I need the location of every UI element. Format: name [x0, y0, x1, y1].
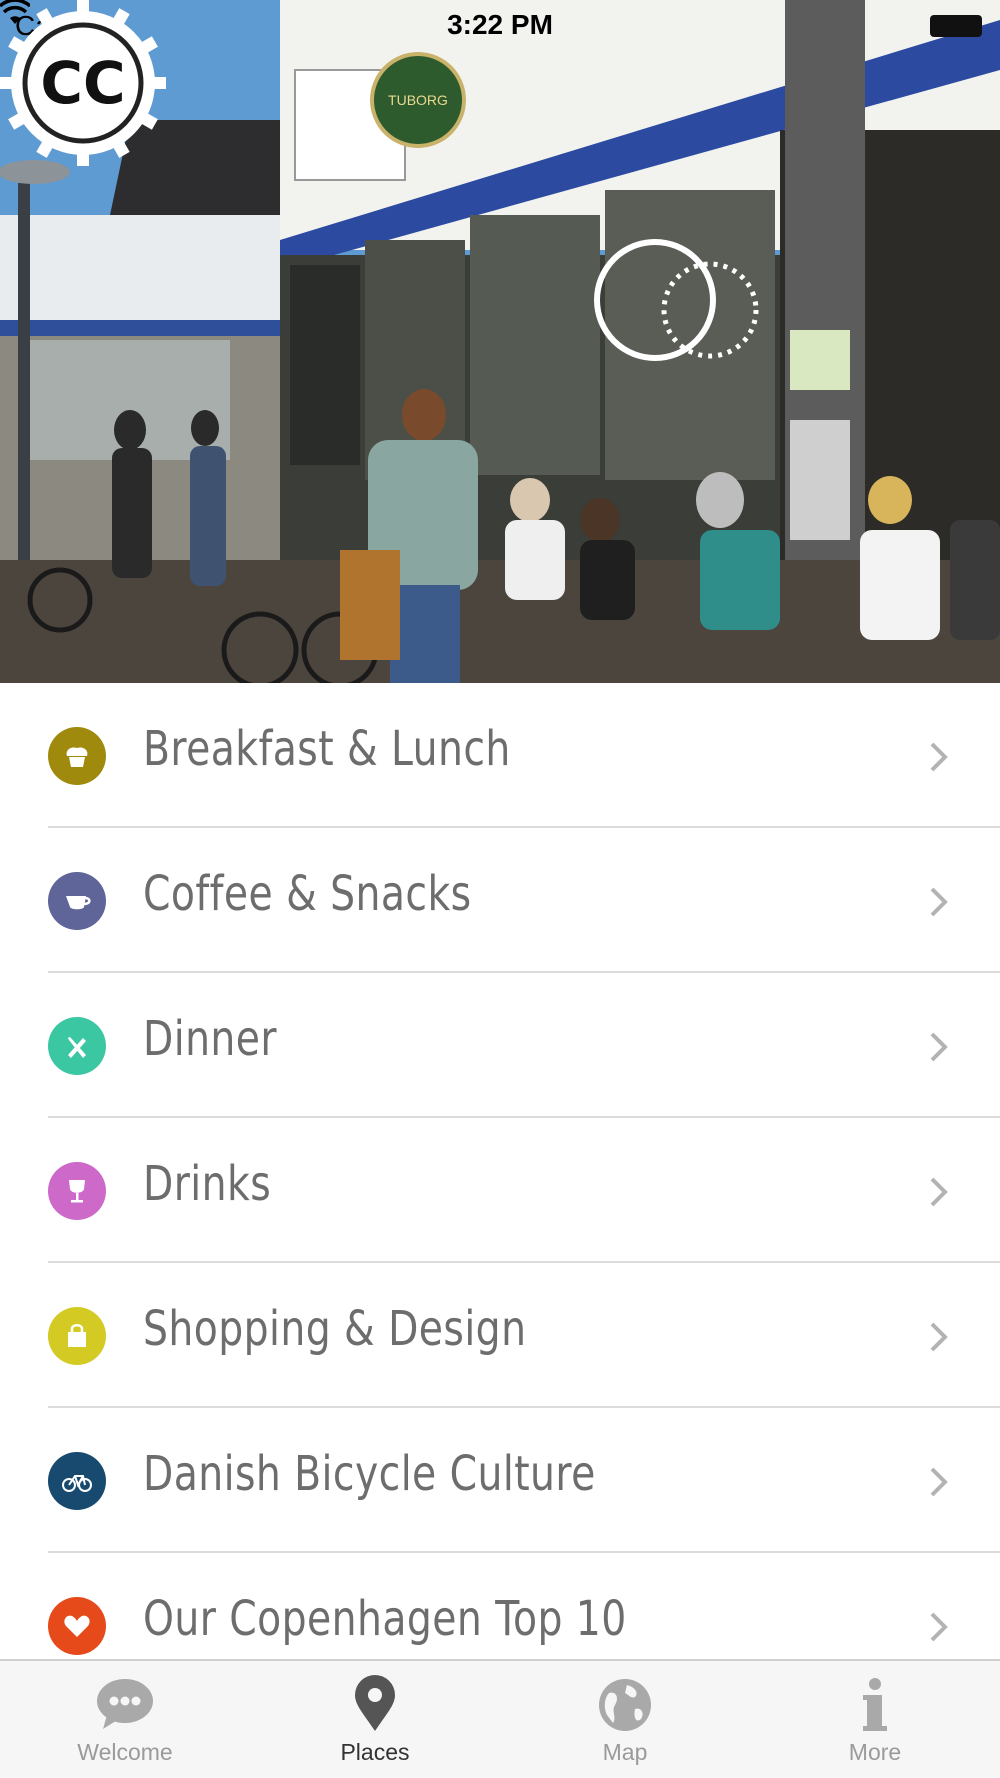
- hero-photo: TUBORG 3:22 PM CC: [0, 0, 1000, 683]
- category-label: Shopping & Design: [143, 1301, 527, 1357]
- category-row-coffee-snacks[interactable]: Coffee & Snacks: [0, 828, 1000, 973]
- category-row-danish-bicycle-culture[interactable]: Danish Bicycle Culture: [0, 1408, 1000, 1553]
- category-label: Danish Bicycle Culture: [143, 1446, 596, 1502]
- category-row-drinks[interactable]: Drinks: [0, 1118, 1000, 1263]
- tab-places[interactable]: Places: [250, 1661, 500, 1778]
- map-pin-icon: [355, 1675, 395, 1731]
- heart-icon: [48, 1597, 106, 1655]
- tab-more[interactable]: More: [750, 1661, 1000, 1778]
- tab-welcome[interactable]: Welcome: [0, 1661, 250, 1778]
- category-row-shopping-design[interactable]: Shopping & Design: [0, 1263, 1000, 1408]
- tab-label: More: [848, 1739, 902, 1765]
- category-row-dinner[interactable]: Dinner: [0, 973, 1000, 1118]
- category-label: Our Copenhagen Top 10: [143, 1591, 627, 1647]
- chevron-right-icon: [930, 1612, 948, 1642]
- bicycle-icon: [48, 1452, 106, 1510]
- battery-icon: [930, 15, 982, 37]
- coffee-cup-icon: [48, 872, 106, 930]
- tab-label: Welcome: [77, 1739, 173, 1765]
- info-icon: [863, 1678, 887, 1731]
- globe-icon: [599, 1679, 651, 1731]
- cc-logo-badge: CC: [0, 0, 166, 166]
- chevron-right-icon: [930, 1032, 948, 1062]
- tab-label: Map: [602, 1739, 648, 1765]
- wine-glass-icon: [48, 1162, 106, 1220]
- category-label: Coffee & Snacks: [143, 866, 472, 922]
- chat-bubble-icon: [97, 1679, 153, 1729]
- category-label: Drinks: [143, 1156, 272, 1212]
- chevron-right-icon: [930, 887, 948, 917]
- category-list: Breakfast & Lunch Coffee & Snacks Dinner…: [0, 683, 1000, 1659]
- category-row-copenhagen-top-10[interactable]: Our Copenhagen Top 10: [0, 1553, 1000, 1659]
- logo-text: CC: [40, 49, 125, 117]
- tab-map[interactable]: Map: [500, 1661, 750, 1778]
- chevron-right-icon: [930, 1322, 948, 1352]
- tab-bar: Welcome Places Map More: [0, 1659, 1000, 1778]
- muffin-icon: [48, 727, 106, 785]
- chevron-right-icon: [930, 1467, 948, 1497]
- fork-knife-icon: [48, 1017, 106, 1075]
- shopping-bag-icon: [48, 1307, 106, 1365]
- chevron-right-icon: [930, 742, 948, 772]
- category-row-breakfast-lunch[interactable]: Breakfast & Lunch: [0, 683, 1000, 828]
- svg-text:TUBORG: TUBORG: [388, 92, 448, 108]
- tab-label: Places: [340, 1739, 410, 1765]
- category-label: Breakfast & Lunch: [143, 721, 511, 777]
- category-label: Dinner: [143, 1011, 277, 1067]
- chevron-right-icon: [930, 1177, 948, 1207]
